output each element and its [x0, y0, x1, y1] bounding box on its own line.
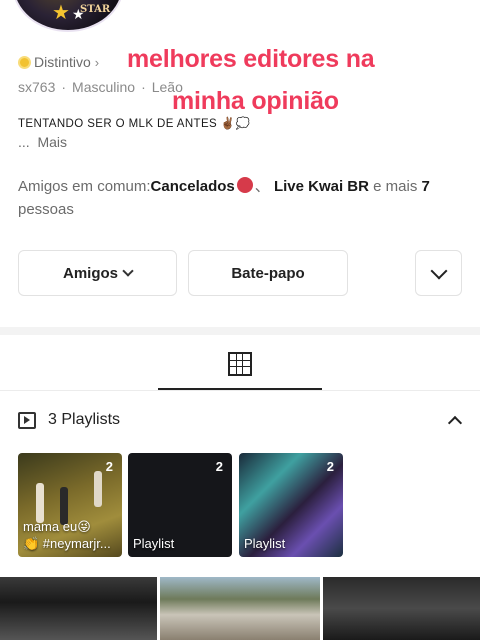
- mutual-friends[interactable]: Amigos em comum:Cancelados 、 Live Kwai BR…: [18, 175, 468, 221]
- playlists-title: 3 Playlists: [48, 411, 121, 428]
- overlay-caption-line-2: minha opinião: [172, 87, 339, 115]
- phone-emoji-icon: [236, 177, 253, 193]
- avatar-logo-text: STAR: [80, 4, 111, 15]
- mutual-friend-1: Cancelados: [150, 178, 235, 195]
- video-thumbnail[interactable]: [323, 577, 480, 640]
- peace-hand-emoji-icon: ✌🏾: [220, 118, 236, 130]
- playlist-title: Playlist: [244, 536, 286, 551]
- ellipsis: ...: [18, 134, 30, 150]
- bio: TENTANDO SER O MLK DE ANTES ✌🏾💭: [18, 116, 250, 130]
- bio-text: TENTANDO SER O MLK DE ANTES: [18, 118, 218, 130]
- mutual-prefix: Amigos em comum:: [18, 178, 151, 195]
- badge-coin-icon: [18, 55, 31, 69]
- chat-button[interactable]: Bate-papo: [188, 250, 348, 296]
- chevron-right-icon: ›: [94, 54, 100, 70]
- section-divider: [0, 327, 480, 335]
- mutual-separator: 、: [254, 178, 270, 195]
- badge-label: Distintivo: [34, 54, 91, 70]
- video-thumbnail[interactable]: [160, 577, 320, 640]
- chevron-down-icon: [430, 262, 447, 279]
- mutual-suffix: pessoas: [18, 201, 74, 218]
- mutual-friend-2: Live Kwai BR: [273, 178, 369, 195]
- badge-link[interactable]: Distintivo ›: [18, 54, 99, 70]
- chevron-down-icon: [122, 265, 134, 277]
- tab-divider: [0, 390, 480, 391]
- mutual-count: 7: [421, 178, 430, 195]
- playlist-card[interactable]: 2 Playlist: [128, 453, 232, 557]
- profile-meta: sx763 · Masculino · Leão: [18, 79, 183, 95]
- playlists-header[interactable]: 3 Playlists: [18, 411, 120, 429]
- chevron-up-icon[interactable]: [447, 415, 463, 431]
- avatar[interactable]: ★ ★ STAR: [12, 0, 124, 32]
- friends-button[interactable]: Amigos: [18, 250, 177, 296]
- more-label: Mais: [37, 134, 68, 150]
- grid-icon: [228, 352, 252, 376]
- mutual-and-more: e mais: [368, 178, 422, 195]
- chat-button-label: Bate-papo: [231, 264, 305, 282]
- playlist-title: mama eu😜 👏 #neymarjr...: [23, 519, 111, 551]
- thought-bubble-icon: 💭: [235, 118, 251, 130]
- gender: Masculino: [72, 79, 136, 95]
- bio-more-link[interactable]: ... Mais: [18, 134, 67, 150]
- friends-button-label: Amigos: [62, 264, 118, 282]
- star-icon: ★: [52, 2, 70, 24]
- playlist-title: Playlist: [133, 536, 175, 551]
- username: sx763: [18, 79, 56, 95]
- playlist-count: 2: [105, 459, 113, 474]
- overlay-caption-line-1: melhores editores na: [127, 45, 375, 73]
- playlist-count: 2: [326, 459, 334, 474]
- video-thumbnail[interactable]: [0, 577, 157, 640]
- playlist-count: 2: [215, 459, 223, 474]
- playlist-card[interactable]: 2 Playlist: [239, 453, 343, 557]
- playlist-icon: [18, 411, 36, 429]
- more-options-button[interactable]: [415, 250, 462, 296]
- playlist-card[interactable]: 2 mama eu😜 👏 #neymarjr...: [18, 453, 122, 557]
- tab-grid[interactable]: [158, 338, 322, 390]
